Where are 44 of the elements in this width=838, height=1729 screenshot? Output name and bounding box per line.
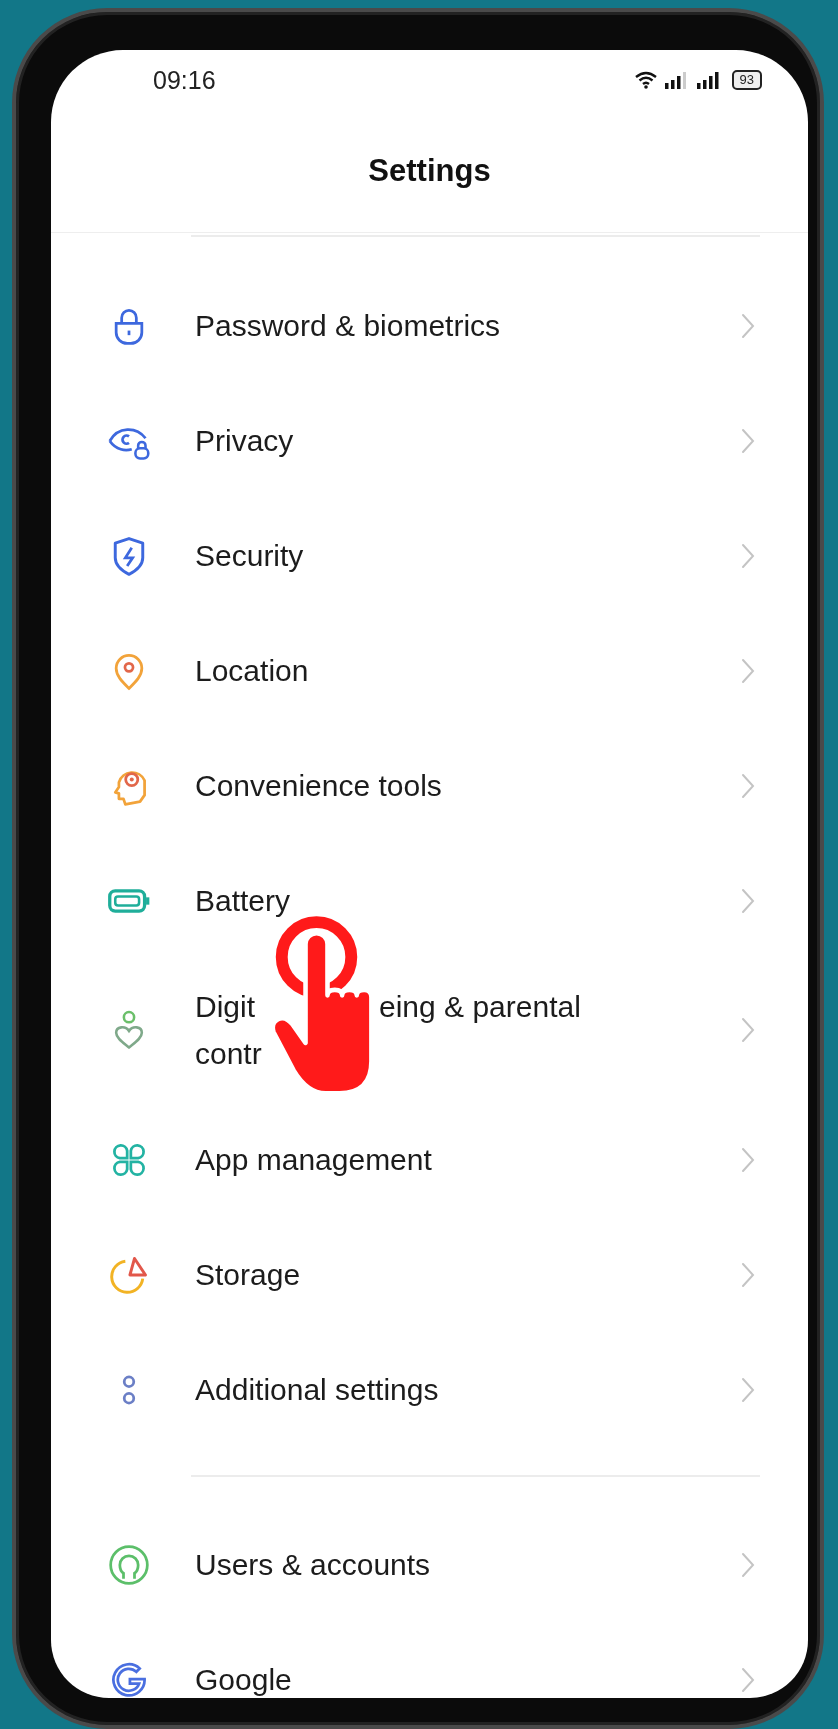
- settings-item[interactable]: Storage: [51, 1217, 808, 1332]
- item-label: Google: [195, 1662, 292, 1696]
- chevron-right-icon: [740, 1260, 756, 1289]
- item-label: Password & biometrics: [195, 308, 501, 342]
- chevron-right-icon: [740, 541, 756, 570]
- signal-icon: [695, 70, 722, 90]
- chevron-right-icon: [740, 1665, 756, 1694]
- chevron-right-icon: [740, 1145, 756, 1174]
- chevron-right-icon: [740, 426, 756, 455]
- settings-item[interactable]: Google: [51, 1622, 808, 1698]
- item-label: Battery: [195, 883, 291, 917]
- settings-item[interactable]: Battery: [51, 843, 808, 958]
- item-label: eing & parental: [379, 989, 581, 1025]
- chevron-right-icon: [740, 1016, 756, 1044]
- chevron-right-icon: [740, 771, 756, 800]
- chevron-right-icon: [740, 311, 756, 340]
- chevron-right-icon: [740, 1375, 756, 1404]
- item-label: Security: [195, 538, 304, 572]
- chevron-right-icon: [740, 886, 756, 915]
- item-label: App management: [195, 1142, 432, 1176]
- item-label: Users & accounts: [195, 1547, 431, 1581]
- screen-title: Settings: [368, 153, 491, 189]
- wifi-icon: [633, 70, 658, 90]
- settings-item[interactable]: App management: [51, 1102, 808, 1217]
- item-label: Convenience tools: [195, 768, 442, 802]
- settings-item[interactable]: Security: [51, 498, 808, 613]
- settings-item[interactable]: Users & accounts: [51, 1507, 808, 1622]
- chevron-right-icon: [740, 656, 756, 685]
- item-label: Digit: [195, 989, 255, 1025]
- settings-item[interactable]: Convenience tools: [51, 728, 808, 843]
- clock-time: 09:16: [153, 65, 216, 95]
- item-label: Storage: [195, 1257, 301, 1291]
- settings-item[interactable]: Password & biometrics: [51, 268, 808, 383]
- user-circle-icon: [107, 1542, 151, 1587]
- settings-item[interactable]: Additional settings: [51, 1332, 808, 1447]
- battery-indicator: 93: [731, 70, 762, 90]
- item-label: Location: [195, 653, 309, 687]
- settings-item[interactable]: Privacy: [51, 383, 808, 498]
- item-label: Privacy: [195, 423, 294, 457]
- settings-item[interactable]: Location: [51, 613, 808, 728]
- item-label: Additional settings: [195, 1372, 439, 1406]
- item-label: contr: [195, 1036, 262, 1072]
- settings-item[interactable]: Digit eing & parental contr: [51, 958, 808, 1102]
- chevron-right-icon: [740, 1550, 756, 1579]
